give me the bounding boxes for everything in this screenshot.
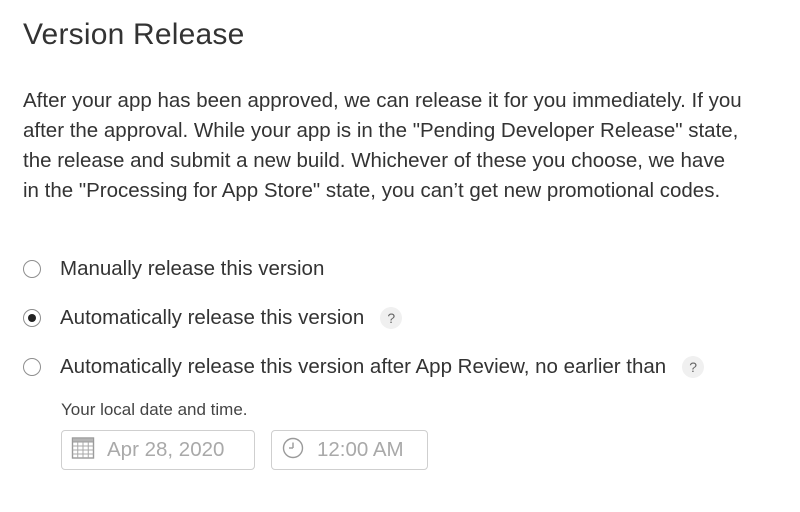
help-icon[interactable]: ? bbox=[380, 307, 403, 329]
automatic-release-radio[interactable] bbox=[23, 309, 41, 327]
help-icon[interactable]: ? bbox=[682, 356, 705, 378]
description-line: After your app has been approved, we can… bbox=[23, 89, 742, 112]
manual-release-label: Manually release this version bbox=[60, 257, 325, 280]
option-manual-release[interactable]: Manually release this version bbox=[23, 257, 324, 281]
section-description: After your app has been approved, we can… bbox=[23, 86, 800, 206]
release-date-field[interactable]: Apr 28, 2020 bbox=[61, 430, 255, 470]
option-automatic-release[interactable]: Automatically release this version ? bbox=[23, 306, 403, 330]
option-scheduled-release[interactable]: Automatically release this version after… bbox=[23, 355, 705, 379]
scheduled-release-radio[interactable] bbox=[23, 358, 41, 376]
release-time-value: 12:00 AM bbox=[317, 438, 404, 461]
description-line: after the approval. While your app is in… bbox=[23, 119, 739, 142]
local-time-hint: Your local date and time. bbox=[61, 400, 248, 419]
release-time-field[interactable]: 12:00 AM bbox=[271, 430, 428, 470]
description-line: in the "Processing for App Store" state,… bbox=[23, 179, 721, 202]
section-title: Version Release bbox=[23, 18, 245, 51]
description-line: the release and submit a new build. Whic… bbox=[23, 149, 725, 172]
automatic-release-label: Automatically release this version bbox=[60, 306, 365, 329]
calendar-icon bbox=[71, 436, 95, 465]
version-release-page: Version Release After your app has been … bbox=[0, 0, 800, 512]
release-date-value: Apr 28, 2020 bbox=[107, 438, 225, 461]
clock-icon bbox=[281, 436, 305, 465]
scheduled-release-label: Automatically release this version after… bbox=[60, 355, 667, 378]
manual-release-radio[interactable] bbox=[23, 260, 41, 278]
